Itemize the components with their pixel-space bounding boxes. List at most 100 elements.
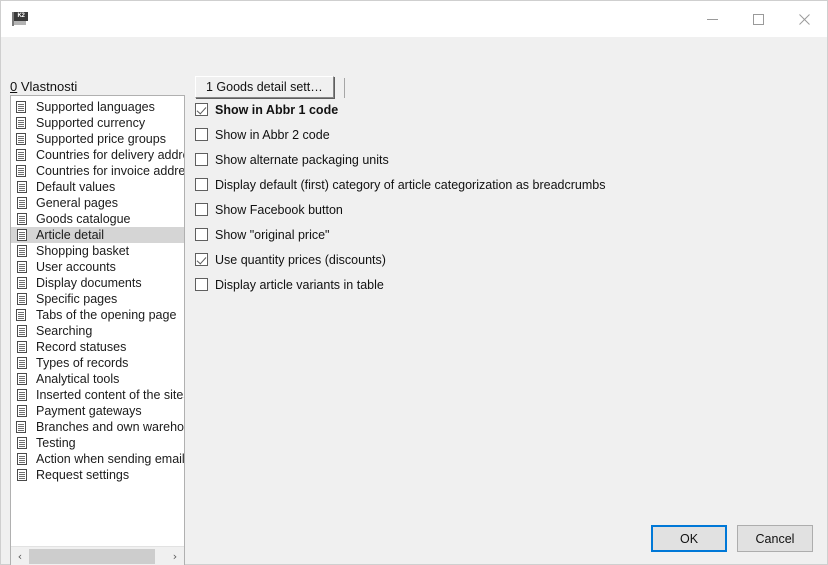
scrollbar-track[interactable] <box>29 547 166 565</box>
scroll-right-arrow-icon[interactable]: › <box>166 547 184 565</box>
list-item-label: Goods catalogue <box>36 212 131 226</box>
page-icon <box>16 212 29 226</box>
checkbox-row[interactable]: Display article variants in table <box>195 276 813 293</box>
checkbox-unchecked-icon[interactable] <box>195 228 208 241</box>
checkbox-row[interactable]: Show "original price" <box>195 226 813 243</box>
list-item[interactable]: Action when sending email <box>11 451 184 467</box>
list-item[interactable]: Countries for delivery addresses <box>11 147 184 163</box>
stacked-page-icon <box>16 100 29 114</box>
list-item[interactable]: Shopping basket <box>11 243 184 259</box>
minimize-icon[interactable] <box>689 1 735 37</box>
list-item[interactable]: Types of records <box>11 355 184 371</box>
list-item[interactable]: Specific pages <box>11 291 184 307</box>
page-icon <box>16 260 29 274</box>
checkbox-unchecked-icon[interactable] <box>195 178 208 191</box>
page-icon <box>16 228 29 242</box>
list-item-label: Specific pages <box>36 292 117 306</box>
stacked-page-icon <box>16 148 29 162</box>
list-item-label: Request settings <box>36 468 129 482</box>
list-item[interactable]: Goods catalogue <box>11 211 184 227</box>
list-item-label: Article detail <box>36 228 104 242</box>
close-icon[interactable] <box>781 1 827 37</box>
checkbox-row[interactable]: Use quantity prices (discounts) <box>195 251 813 268</box>
list-item-label: Inserted content of the sites <box>36 388 184 402</box>
checkbox-label: Show alternate packaging units <box>215 153 389 167</box>
cancel-button[interactable]: Cancel <box>737 525 813 552</box>
properties-label: 0 Vlastnosti <box>10 79 77 94</box>
list-item[interactable]: Default values <box>11 179 184 195</box>
stacked-page-icon <box>16 164 29 178</box>
checkbox-unchecked-icon[interactable] <box>195 153 208 166</box>
page-icon <box>16 404 29 418</box>
page-icon <box>16 356 29 370</box>
checkbox-unchecked-icon[interactable] <box>195 128 208 141</box>
checkbox-label: Display article variants in table <box>215 278 384 292</box>
list-item-label: Analytical tools <box>36 372 119 386</box>
app-logo-text: K2 <box>14 12 28 21</box>
list-item-label: User accounts <box>36 260 116 274</box>
ok-button[interactable]: OK <box>651 525 727 552</box>
list-item[interactable]: Countries for invoice addresses <box>11 163 184 179</box>
dialog-footer: OK Cancel <box>651 525 813 552</box>
checkbox-row[interactable]: Show Facebook button <box>195 201 813 218</box>
stacked-page-icon <box>16 116 29 130</box>
list-item[interactable]: Supported languages <box>11 99 184 115</box>
page-icon <box>16 276 29 290</box>
page-icon <box>16 324 29 338</box>
page-icon <box>16 196 29 210</box>
list-item[interactable]: Supported currency <box>11 115 184 131</box>
checkbox-checked-icon[interactable] <box>195 103 208 116</box>
list-item-label: Countries for delivery addresses <box>36 148 184 162</box>
list-item-label: Default values <box>36 180 115 194</box>
list-item-label: Record statuses <box>36 340 126 354</box>
app-logo-icon: K2 <box>11 9 31 29</box>
checkbox-row[interactable]: Show in Abbr 2 code <box>195 126 813 143</box>
stacked-page-icon <box>16 132 29 146</box>
properties-list: Supported languagesSupported currencySup… <box>11 99 184 545</box>
list-item[interactable]: Supported price groups <box>11 131 184 147</box>
list-item[interactable]: Record statuses <box>11 339 184 355</box>
checkbox-label: Show Facebook button <box>215 203 343 217</box>
list-item[interactable]: User accounts <box>11 259 184 275</box>
checkbox-row[interactable]: Display default (first) category of arti… <box>195 176 813 193</box>
list-item-label: General pages <box>36 196 118 210</box>
checkbox-row[interactable]: Show alternate packaging units <box>195 151 813 168</box>
checkbox-unchecked-icon[interactable] <box>195 203 208 216</box>
list-item-label: Testing <box>36 436 76 450</box>
tab-separator <box>344 78 345 98</box>
list-item[interactable]: Branches and own warehouses <box>11 419 184 435</box>
checkbox-checked-icon[interactable] <box>195 253 208 266</box>
list-item-label: Action when sending email <box>36 452 184 466</box>
stacked-page-icon <box>16 420 29 434</box>
list-item[interactable]: Inserted content of the sites <box>11 387 184 403</box>
page-icon <box>16 388 29 402</box>
tab-goods-detail-settings[interactable]: 1 Goods detail sett… <box>195 76 334 98</box>
list-item[interactable]: Tabs of the opening page <box>11 307 184 323</box>
page-icon <box>16 292 29 306</box>
scrollbar-thumb[interactable] <box>29 549 155 564</box>
checkbox-unchecked-icon[interactable] <box>195 278 208 291</box>
list-item[interactable]: Searching <box>11 323 184 339</box>
list-item[interactable]: Testing <box>11 435 184 451</box>
maximize-icon[interactable] <box>735 1 781 37</box>
page-icon <box>16 340 29 354</box>
title-bar: K2 <box>1 1 827 37</box>
checkbox-label: Show in Abbr 1 code <box>215 103 338 117</box>
tab-strip: 1 Goods detail sett… <box>195 76 813 98</box>
dialog-body: 0 Vlastnosti Supported languagesSupporte… <box>1 37 827 564</box>
horizontal-scrollbar[interactable]: ‹ › <box>11 546 184 565</box>
list-item[interactable]: Analytical tools <box>11 371 184 387</box>
properties-listbox[interactable]: Supported languagesSupported currencySup… <box>10 95 185 565</box>
scroll-left-arrow-icon[interactable]: ‹ <box>11 547 29 565</box>
dialog-window: K2 0 Vlastnosti Supported languagesSuppo… <box>0 0 828 565</box>
checkbox-label: Display default (first) category of arti… <box>215 178 605 192</box>
list-item-label: Display documents <box>36 276 142 290</box>
page-icon <box>16 372 29 386</box>
list-item[interactable]: Payment gateways <box>11 403 184 419</box>
checkbox-row[interactable]: Show in Abbr 1 code <box>195 101 813 118</box>
list-item[interactable]: Display documents <box>11 275 184 291</box>
list-item-label: Payment gateways <box>36 404 142 418</box>
list-item[interactable]: Article detail <box>11 227 184 243</box>
list-item[interactable]: Request settings <box>11 467 184 483</box>
list-item[interactable]: General pages <box>11 195 184 211</box>
